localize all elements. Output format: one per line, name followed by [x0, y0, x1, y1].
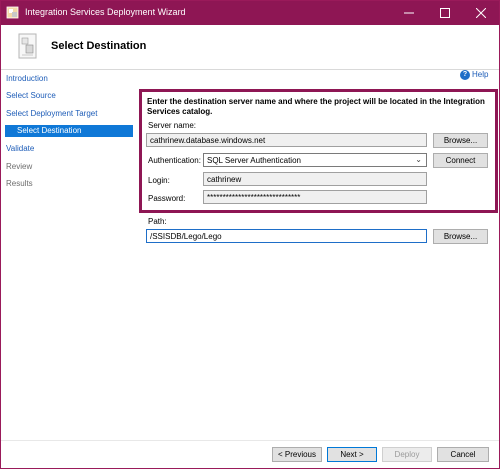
close-icon — [475, 7, 487, 19]
maximize-icon — [440, 8, 450, 19]
help-icon: ? — [460, 70, 470, 80]
nav-item-introduction[interactable]: Introduction — [6, 74, 48, 83]
password-input[interactable]: ****************************** — [203, 190, 427, 204]
close-button[interactable] — [463, 1, 499, 25]
nav-item-review: Review — [6, 162, 33, 171]
previous-button[interactable]: < Previous — [272, 447, 322, 462]
chevron-down-icon: ⌄ — [415, 155, 422, 164]
password-label: Password: — [148, 194, 186, 203]
footer-divider — [1, 440, 499, 441]
page-title: Select Destination — [51, 40, 147, 52]
app-icon — [6, 6, 19, 19]
title-bar[interactable]: Integration Services Deployment Wizard — [1, 1, 499, 25]
authentication-label: Authentication: — [148, 156, 201, 165]
next-button[interactable]: Next > — [327, 447, 377, 462]
nav-item-select-source[interactable]: Select Source — [6, 91, 56, 100]
wizard-page-icon — [18, 33, 37, 59]
cancel-button[interactable]: Cancel — [437, 447, 489, 462]
nav-item-label: Select Destination — [17, 126, 82, 135]
wizard-window: Integration Services Deployment Wizard S… — [0, 0, 500, 469]
login-label: Login: — [148, 176, 170, 185]
server-browse-button[interactable]: Browse... — [433, 133, 488, 148]
authentication-select[interactable]: SQL Server Authentication ⌄ — [203, 153, 427, 167]
minimize-button[interactable] — [391, 1, 427, 25]
deploy-button[interactable]: Deploy — [382, 447, 432, 462]
path-input[interactable]: /SSISDB/Lego/Lego — [146, 229, 427, 243]
nav-item-validate[interactable]: Validate — [6, 144, 34, 153]
server-name-input[interactable]: cathrinew.database.windows.net — [146, 133, 427, 147]
nav-item-results: Results — [6, 179, 33, 188]
window-title: Integration Services Deployment Wizard — [25, 7, 186, 17]
server-name-label: Server name: — [148, 121, 197, 130]
wizard-header: Select Destination — [1, 25, 499, 69]
path-label: Path: — [148, 217, 167, 226]
instructions-text: Enter the destination server name and wh… — [147, 97, 485, 116]
help-link[interactable]: ? Help — [460, 70, 488, 80]
authentication-value: SQL Server Authentication — [207, 156, 301, 165]
nav-item-select-deployment-target[interactable]: Select Deployment Target — [6, 109, 97, 118]
wizard-steps-nav: Introduction Select Source Select Deploy… — [1, 70, 135, 440]
maximize-button[interactable] — [427, 1, 463, 25]
help-label: Help — [472, 70, 489, 80]
path-browse-button[interactable]: Browse... — [433, 229, 488, 244]
connect-button[interactable]: Connect — [433, 153, 488, 168]
nav-item-select-destination[interactable]: Select Destination — [5, 125, 133, 137]
login-input[interactable]: cathrinew — [203, 172, 427, 186]
minimize-icon — [404, 12, 414, 14]
